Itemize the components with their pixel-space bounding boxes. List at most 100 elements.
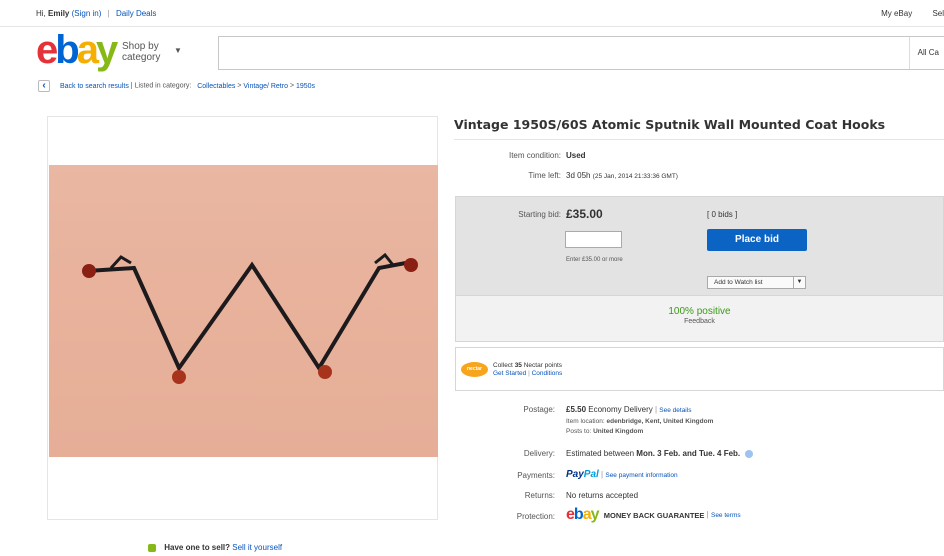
see-terms-link[interactable]: See terms	[711, 512, 741, 519]
nectar-links: Get Started | Conditions	[493, 370, 562, 377]
back-to-search-link[interactable]: Back to search results	[60, 83, 129, 90]
seller-feedback-panel: 100% positive Feedback	[456, 295, 943, 341]
payments-value: PayPal | See payment information	[566, 469, 678, 480]
postage-service: Economy Delivery	[588, 405, 653, 414]
see-payment-information-link[interactable]: See payment information	[605, 472, 677, 479]
divider: |	[706, 510, 709, 520]
sell-question: Have one to sell?	[164, 543, 231, 552]
breadcrumb-separator: >	[237, 82, 242, 90]
tag-icon	[148, 543, 156, 552]
nectar-points: 35	[514, 362, 522, 369]
daily-deals-link[interactable]: Daily Deals	[116, 9, 156, 18]
posts-to: Posts to: United Kingdom	[566, 428, 643, 435]
divider: |	[528, 370, 530, 377]
add-to-watch-list-button[interactable]: Add to Watch list ▼	[707, 276, 806, 289]
chevron-down-icon[interactable]: ▼	[793, 277, 805, 288]
nectar-collect-prefix: Collect	[493, 362, 513, 369]
starting-bid-label: Starting bid:	[518, 210, 561, 219]
feedback-percent: 100% positive	[668, 306, 731, 317]
sell-it-yourself-link[interactable]: Sell it yourself	[232, 543, 282, 552]
sell-prompt: Have one to sell? Sell it yourself	[148, 543, 282, 552]
bids-count-link[interactable]: [ 0 bids ]	[707, 210, 737, 219]
nectar-logo-icon: nectar	[461, 362, 488, 377]
item-photo[interactable]	[49, 165, 438, 457]
starting-bid-value: £35.00	[566, 207, 603, 221]
delivery-label: Delivery:	[523, 449, 555, 458]
time-left-detail: (25 Jan, 2014 21:33:36 GMT)	[592, 173, 678, 180]
coat-hooks-image	[82, 252, 418, 384]
bid-hint: Enter £35.00 or more	[566, 257, 623, 263]
title-divider	[454, 139, 944, 140]
logo-letter-a: a	[76, 28, 99, 72]
bid-amount-input[interactable]	[565, 231, 622, 248]
breadcrumb-item-collectables[interactable]: Collectables	[197, 83, 235, 90]
paypal-logo: PayPal	[566, 469, 599, 480]
breadcrumb-divider: |	[130, 82, 133, 90]
time-left-value: 3d 05h (25 Jan, 2014 21:33:36 GMT)	[566, 171, 678, 180]
place-bid-button[interactable]: Place bid	[707, 229, 807, 251]
conditions-link[interactable]: Conditions	[532, 370, 563, 377]
top-bar: Hi, Emily (Sign in) | Daily Deals My eBa…	[0, 0, 944, 26]
back-arrow-icon[interactable]: ‹	[38, 80, 50, 92]
item-location: Item location: edenbridge, Kent, United …	[566, 418, 713, 425]
item-location-value: edenbridge, Kent, United Kingdom	[606, 418, 714, 425]
item-image-frame	[47, 116, 438, 520]
feedback-label: Feedback	[684, 318, 715, 325]
top-bar-right: My eBay Sel	[863, 9, 944, 18]
postage-price: £5.50	[566, 405, 587, 414]
condition-value: Used	[566, 151, 586, 160]
breadcrumb: ‹ Back to search results | Listed in cat…	[38, 80, 315, 92]
ebay-mbg-logo: ebay	[566, 506, 599, 523]
divider: |	[107, 9, 110, 18]
shop-by-category[interactable]: Shop by category ▼	[122, 41, 182, 63]
nectar-collect-suffix: Nectar points	[523, 362, 563, 369]
shop-by-line1: Shop by	[122, 41, 159, 52]
money-back-guarantee: MONEY BACK GUARANTEE	[603, 510, 705, 520]
see-details-link[interactable]: See details	[659, 407, 691, 414]
header-divider	[0, 26, 944, 27]
info-icon[interactable]	[745, 449, 754, 458]
condition-label: Item condition:	[508, 151, 561, 160]
chevron-down-icon: ▼	[174, 46, 182, 55]
bid-box-upper: Starting bid: £35.00 [ 0 bids ] Place bi…	[456, 197, 943, 295]
shop-by-line2: category	[122, 52, 161, 63]
logo-letter-e: e	[36, 28, 58, 72]
sell-link[interactable]: Sel	[932, 9, 944, 18]
time-left-label: Time left:	[528, 171, 561, 180]
top-bar-left: Hi, Emily (Sign in) | Daily Deals	[36, 9, 156, 18]
returns-label: Returns:	[524, 491, 555, 500]
postage-label: Postage:	[523, 405, 555, 414]
logo-letter-y: y	[95, 28, 118, 72]
delivery-dates: Mon. 3 Feb. and Tue. 4 Feb.	[636, 449, 741, 458]
divider: |	[601, 470, 604, 479]
get-started-link[interactable]: Get Started	[493, 370, 526, 377]
listed-in-label: Listed in category:	[134, 82, 192, 90]
nectar-panel: nectar Collect 35 Nectar points Get Star…	[455, 347, 944, 391]
returns-value: No returns accepted	[566, 491, 639, 500]
watch-list-label: Add to Watch list	[714, 279, 763, 286]
bid-box: Starting bid: £35.00 [ 0 bids ] Place bi…	[455, 196, 944, 342]
my-ebay-link[interactable]: My eBay	[881, 9, 912, 18]
posts-to-label: Posts to:	[566, 428, 592, 435]
breadcrumb-item-1950s[interactable]: 1950s	[296, 83, 315, 90]
protection-label: Protection:	[516, 512, 555, 521]
breadcrumb-item-vintage-retro[interactable]: Vintage/ Retro	[243, 83, 288, 90]
postage-value: £5.50 Economy Delivery | See details	[566, 405, 691, 414]
payments-label: Payments:	[517, 471, 555, 480]
posts-to-value: United Kingdom	[593, 428, 644, 435]
divider: |	[654, 405, 658, 414]
item-title: Vintage 1950S/60S Atomic Sputnik Wall Mo…	[454, 117, 886, 132]
sign-in-link[interactable]: (Sign in)	[72, 9, 102, 18]
protection-value: ebay MONEY BACK GUARANTEE | See terms	[566, 506, 741, 524]
time-left-duration: 3d 05h	[566, 171, 591, 180]
search-category-select[interactable]: All Ca	[908, 37, 939, 69]
delivery-value: Estimated between Mon. 3 Feb. and Tue. 4…	[566, 449, 754, 458]
ebay-logo[interactable]: ebay	[36, 28, 118, 72]
search-input[interactable]: All Ca	[218, 36, 944, 70]
item-location-label: Item location:	[566, 418, 605, 425]
delivery-prefix: Estimated between	[566, 449, 635, 458]
breadcrumb-separator: >	[289, 82, 295, 90]
nectar-collect-text: Collect 35 Nectar points	[493, 362, 562, 369]
user-name: Emily	[48, 9, 70, 18]
logo-letter-b: b	[55, 28, 80, 72]
